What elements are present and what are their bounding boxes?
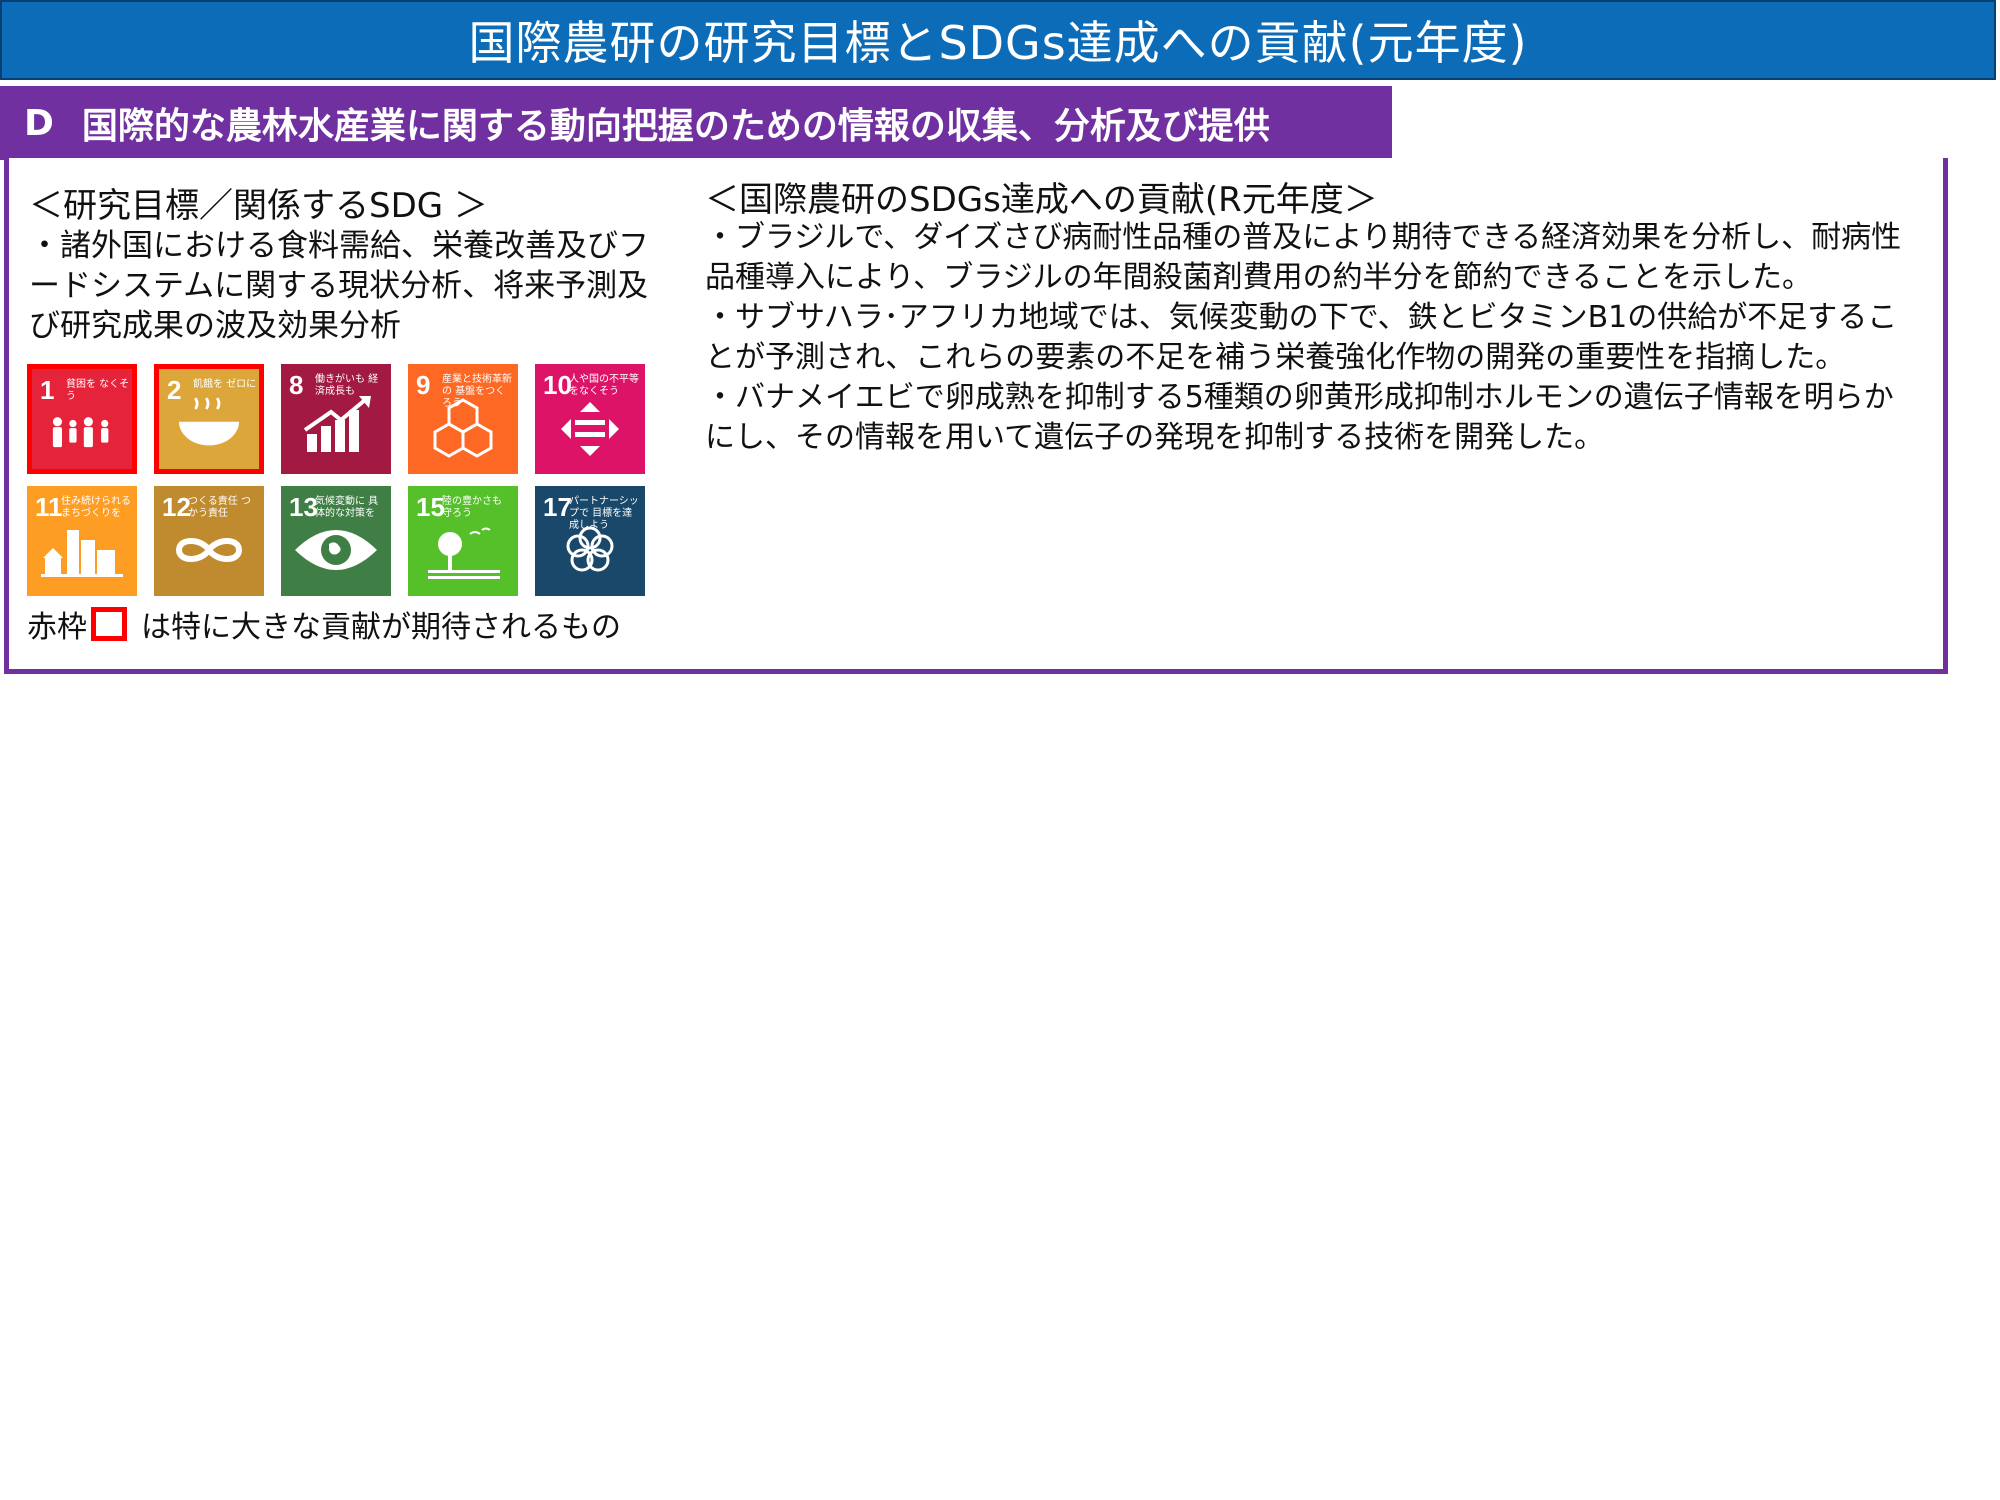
sdg-label: 陸の豊かさも 守ろう [442,496,502,519]
contribution-list: ・ブラジルで、ダイズさび病耐性品種の普及により期待できる経済効果を分析し、耐病性… [705,218,1905,458]
red-frame-swatch-icon [91,607,127,641]
sdg-number: 15 [416,492,445,522]
sdg-tile: 9 産業と技術革新の 基盤をつくろう [408,364,518,474]
contribution-item: ・ブラジルで、ダイズさび病耐性品種の普及により期待できる経済効果を分析し、耐病性… [705,220,1902,295]
sdg-number: 2 [167,375,182,405]
legend: 赤枠 は特に大きな貢献が期待されるもの [27,602,621,646]
content-box: ＜研究目標／関係するSDG ＞ ・諸外国における食料需給、栄養改善及びフードシス… [4,158,1948,674]
sdg-icon-grid: 1 貧困を なくそう 2 飢餓を ゼロに 8 働きがいも 経済成長も 9 産業と… [27,364,653,596]
sdg-label: 人や国の不平等 をなくそう [569,374,639,397]
research-goal-heading: ＜研究目標／関係するSDG ＞ [29,186,488,226]
sdg-label: 貧困を なくそう [66,379,130,402]
sdg-tile: 12 つくる責任 つかう責任 [154,486,264,596]
sdg-number: 1 [40,375,55,405]
legend-suffix: は特に大きな貢献が期待されるもの [141,610,621,645]
contribution-heading: ＜国際農研のSDGs達成への貢献(R元年度＞ [705,180,1378,220]
sdg-label: 働きがいも 経済成長も [315,374,379,397]
sdg-tile: 13 気候変動に 具体的な対策を [281,486,391,596]
section-header: D 国際的な農林水産業に関する動向把握のための情報の収集、分析及び提供 [0,86,1392,160]
contribution-item: ・サブサハラ･アフリカ地域では、気候変動の下で、鉄とビタミンB1の供給が不足する… [705,300,1898,375]
sdg-tile: 15 陸の豊かさも 守ろう [408,486,518,596]
research-goal-text: ・諸外国における食料需給、栄養改善及びフードシステムに関する現状分析、将来予測及… [29,228,649,344]
sdg-number: 12 [162,492,191,522]
section-code: D [24,102,54,144]
sdg-label: 飢餓を ゼロに [193,379,257,390]
page-title: 国際農研の研究目標とSDGs達成への貢献(元年度) [0,0,1996,80]
sdg-number: 8 [289,370,304,400]
sdg-number: 10 [543,370,572,400]
sdg-tile: 2 飢餓を ゼロに [154,364,264,474]
sdg-label: つくる責任 つかう責任 [188,496,251,519]
research-goal-body: ・諸外国における食料需給、栄養改善及びフードシステムに関する現状分析、将来予測及… [29,226,649,346]
legend-prefix: 赤枠 [27,610,87,645]
sdg-tile: 10 人や国の不平等 をなくそう [535,364,645,474]
sdg-number: 11 [35,492,63,522]
section-title: 国際的な農林水産業に関する動向把握のための情報の収集、分析及び提供 [81,106,1270,147]
sdg-number: 17 [543,492,572,522]
sdg-number: 9 [416,370,431,400]
sdg-label: 産業と技術革新の 基盤をつくろう [442,374,512,409]
sdg-tile: 17 パートナーシップで 目標を達成しよう [535,486,645,596]
sdg-number: 13 [289,492,318,522]
sdg-label: 住み続けられる まちづくりを [61,496,131,519]
sdg-label: 気候変動に 具体的な対策を [315,496,379,519]
sdg-tile: 11 住み続けられる まちづくりを [27,486,137,596]
sdg-tile: 1 貧困を なくそう [27,364,137,474]
sdg-label: パートナーシップで 目標を達成しよう [569,496,639,531]
sdg-tile: 8 働きがいも 経済成長も [281,364,391,474]
contribution-item: ・バナメイエビで卵成熟を抑制する5種類の卵黄形成抑制ホルモンの遺伝子情報を明らか… [705,380,1894,455]
